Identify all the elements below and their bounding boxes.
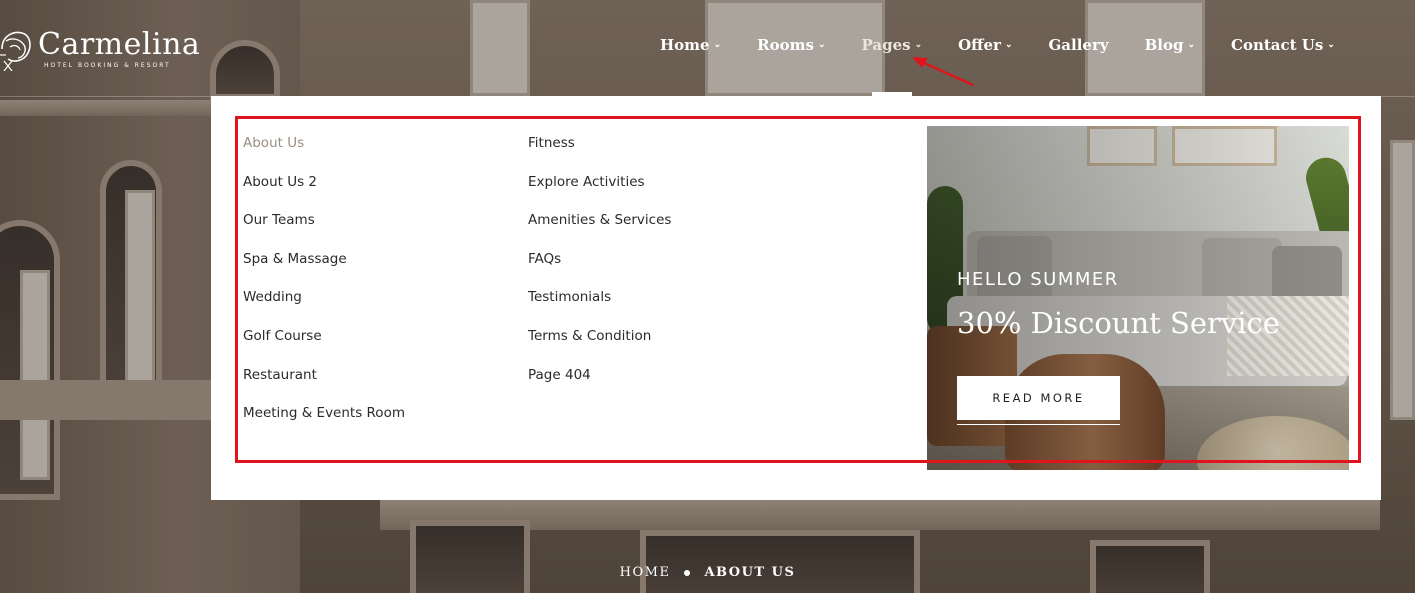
breadcrumb-home-link[interactable]: HOME — [620, 565, 671, 580]
breadcrumb-separator-icon — [684, 569, 691, 576]
chevron-down-icon: ⌄ — [713, 40, 722, 50]
brand-tagline: HOTEL BOOKING & RESORT — [44, 61, 171, 69]
nav-item-label: Gallery — [1048, 36, 1109, 54]
nav-item-blog[interactable]: Blog ⌄ — [1145, 36, 1195, 54]
chevron-down-icon: ⌄ — [1004, 40, 1013, 50]
chevron-down-icon: ⌄ — [914, 40, 923, 50]
nav-item-contact-us[interactable]: Contact Us ⌄ — [1231, 36, 1335, 54]
nav-item-home[interactable]: Home ⌄ — [660, 36, 721, 54]
nav-item-label: Home — [660, 36, 710, 54]
chevron-down-icon: ⌄ — [1187, 40, 1195, 50]
chevron-down-icon: ⌄ — [817, 40, 826, 50]
nav-item-label: Offer — [958, 36, 1001, 54]
nav-item-rooms[interactable]: Rooms ⌄ — [757, 36, 825, 54]
site-logo[interactable]: Carmelina HOTEL BOOKING & RESORT — [0, 24, 200, 74]
brand-name: Carmelina — [38, 26, 201, 62]
nav-item-label: Contact Us — [1231, 36, 1324, 54]
nav-item-label: Rooms — [757, 36, 814, 54]
breadcrumb-current: ABOUT US — [704, 565, 796, 580]
nav-item-offer[interactable]: Offer ⌄ — [958, 36, 1012, 54]
breadcrumb: HOME ABOUT US — [0, 565, 1415, 580]
logo-emblem-icon — [0, 27, 34, 72]
nav-item-label: Pages — [861, 36, 911, 54]
chevron-down-icon: ⌄ — [1327, 40, 1335, 50]
main-nav: Home ⌄ Rooms ⌄ Pages ⌄ Offer ⌄ Gallery B… — [660, 36, 1371, 54]
nav-item-gallery[interactable]: Gallery — [1048, 36, 1108, 54]
nav-item-pages[interactable]: Pages ⌄ — [861, 36, 922, 54]
annotation-highlight-box — [235, 116, 1361, 463]
nav-item-label: Blog — [1144, 36, 1184, 54]
